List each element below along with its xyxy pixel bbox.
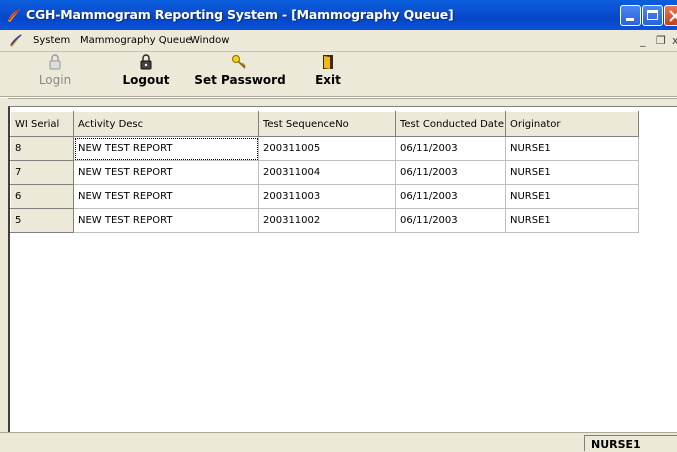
set-password-button[interactable]: Set Password bbox=[194, 54, 286, 92]
exit-button[interactable]: Exit bbox=[308, 54, 348, 92]
app-logo-icon bbox=[8, 9, 20, 22]
padlock-icon bbox=[140, 54, 152, 70]
menu-window[interactable]: Window bbox=[190, 35, 229, 46]
cell-test-sequence-no[interactable]: 200311002 bbox=[258, 208, 396, 233]
logout-button[interactable]: Logout bbox=[120, 54, 172, 92]
window-title: CGH-Mammogram Reporting System - [Mammog… bbox=[26, 7, 454, 22]
mammography-queue-grid[interactable]: WI Serial Activity Desc Test SequenceNo … bbox=[8, 106, 677, 432]
logout-label: Logout bbox=[122, 73, 170, 87]
table-row[interactable]: 8 NEW TEST REPORT 200311005 06/11/2003 N… bbox=[10, 136, 639, 161]
header-row: WI Serial Activity Desc Test SequenceNo … bbox=[10, 111, 639, 137]
key-icon bbox=[232, 55, 246, 69]
cell-test-conducted-date[interactable]: 06/11/2003 bbox=[395, 160, 506, 185]
cell-activity-desc[interactable]: NEW TEST REPORT bbox=[73, 208, 259, 233]
cell-test-sequence-no[interactable]: 200311003 bbox=[258, 184, 396, 209]
cell-test-conducted-date[interactable]: 06/11/2003 bbox=[395, 208, 506, 233]
document-system-icon[interactable] bbox=[8, 33, 24, 48]
cell-activity-desc[interactable]: NEW TEST REPORT bbox=[73, 184, 259, 209]
status-bar: NURSE1 bbox=[0, 432, 677, 452]
column-header-test-sequence-no[interactable]: Test SequenceNo bbox=[258, 111, 396, 137]
mdi-restore-icon[interactable]: ❐ bbox=[656, 34, 666, 47]
cell-originator[interactable]: NURSE1 bbox=[505, 208, 639, 233]
column-header-wi-serial[interactable]: WI Serial bbox=[10, 111, 74, 137]
cell-wi-serial[interactable]: 7 bbox=[10, 160, 74, 185]
cell-activity-desc[interactable]: NEW TEST REPORT bbox=[73, 160, 259, 185]
mdi-client-strip bbox=[8, 98, 677, 106]
maximize-icon bbox=[647, 10, 658, 20]
cell-activity-desc[interactable]: NEW TEST REPORT bbox=[73, 136, 259, 161]
mdi-close-icon[interactable]: x bbox=[672, 34, 677, 47]
padlock-icon bbox=[49, 54, 61, 70]
door-exit-icon bbox=[323, 55, 333, 69]
minimize-icon bbox=[626, 18, 634, 21]
cell-originator[interactable]: NURSE1 bbox=[505, 136, 639, 161]
column-header-test-conducted-date[interactable]: Test Conducted Date bbox=[395, 111, 506, 137]
exit-label: Exit bbox=[315, 73, 341, 87]
column-header-activity-desc[interactable]: Activity Desc bbox=[73, 111, 259, 137]
column-header-originator[interactable]: Originator bbox=[505, 111, 639, 137]
cell-originator[interactable]: NURSE1 bbox=[505, 160, 639, 185]
mdi-minimize-icon[interactable]: _ bbox=[640, 34, 646, 47]
queue-table: WI Serial Activity Desc Test SequenceNo … bbox=[10, 111, 639, 233]
cell-test-conducted-date[interactable]: 06/11/2003 bbox=[395, 136, 506, 161]
table-row[interactable]: 6 NEW TEST REPORT 200311003 06/11/2003 N… bbox=[10, 184, 639, 209]
menu-system[interactable]: System bbox=[33, 35, 70, 46]
login-button[interactable]: Login bbox=[34, 54, 76, 92]
title-bar[interactable]: CGH-Mammogram Reporting System - [Mammog… bbox=[0, 0, 677, 30]
minimize-button[interactable] bbox=[620, 5, 641, 26]
status-user-panel: NURSE1 bbox=[584, 435, 677, 451]
cell-wi-serial[interactable]: 6 bbox=[10, 184, 74, 209]
current-user: NURSE1 bbox=[591, 438, 641, 451]
table-row[interactable]: 5 NEW TEST REPORT 200311002 06/11/2003 N… bbox=[10, 208, 639, 233]
set-password-label: Set Password bbox=[194, 73, 286, 87]
cell-test-conducted-date[interactable]: 06/11/2003 bbox=[395, 184, 506, 209]
maximize-button[interactable] bbox=[642, 5, 663, 26]
cell-test-sequence-no[interactable]: 200311004 bbox=[258, 160, 396, 185]
cell-test-sequence-no[interactable]: 200311005 bbox=[258, 136, 396, 161]
close-button[interactable] bbox=[664, 5, 677, 26]
login-label: Login bbox=[38, 73, 72, 87]
table-row[interactable]: 7 NEW TEST REPORT 200311004 06/11/2003 N… bbox=[10, 160, 639, 185]
cell-wi-serial[interactable]: 8 bbox=[10, 136, 74, 161]
menu-bar: System Mammography Queue Window _ ❐ x bbox=[0, 30, 677, 52]
menu-mammography-queue[interactable]: Mammography Queue bbox=[80, 35, 192, 46]
cell-wi-serial[interactable]: 5 bbox=[10, 208, 74, 233]
cell-originator[interactable]: NURSE1 bbox=[505, 184, 639, 209]
close-icon bbox=[669, 10, 677, 22]
toolbar: Login Logout Set Password Exit bbox=[0, 52, 677, 95]
